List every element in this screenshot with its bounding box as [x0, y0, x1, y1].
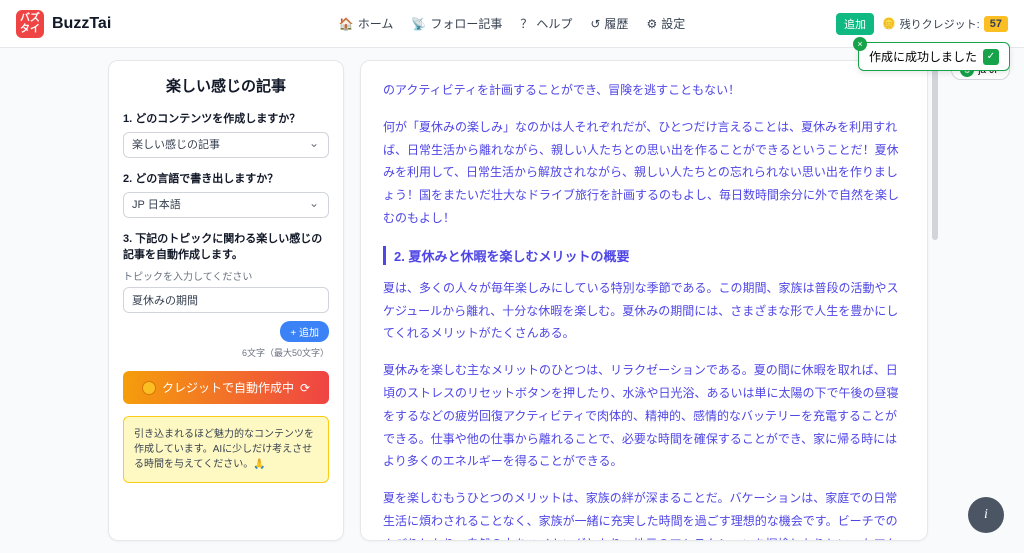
- logo[interactable]: バズ タイ BuzzTai: [16, 10, 111, 38]
- article-content: のアクティビティを計画することができ、冒険を逃すこともない！ 何が「夏休みの楽し…: [360, 60, 928, 541]
- sidebar-title: 楽しい感じの記事: [123, 75, 329, 96]
- header-add-button[interactable]: 追加: [836, 13, 874, 35]
- nav-help-label: ヘルプ: [536, 15, 572, 32]
- char-count: 6文字（最大50文字）: [123, 346, 329, 359]
- check-icon: ✓: [983, 49, 999, 65]
- paragraph: 夏休みを楽しむ主なメリットのひとつは、リラクゼーションである。夏の間に休暇を取れ…: [383, 359, 905, 473]
- nav-follow-label: フォロー記事: [430, 15, 502, 32]
- paragraph: 何が「夏休みの楽しみ」なのかは人それぞれだが、ひとつだけ言えることは、夏休みを利…: [383, 116, 905, 230]
- content-type-select[interactable]: 楽しい感じの記事: [123, 132, 329, 158]
- history-icon: ↺: [590, 17, 600, 31]
- q3-label: 3. 下記のトピックに関わる楽しい感じの記事を自動作成します。: [123, 230, 329, 262]
- scrollbar-thumb[interactable]: [932, 60, 938, 240]
- help-icon: ？: [520, 15, 532, 32]
- logo-badge: バズ タイ: [16, 10, 44, 38]
- language-select[interactable]: JP 日本語: [123, 192, 329, 218]
- sidebar: 楽しい感じの記事 1. どのコンテンツを作成しますか？ 楽しい感じの記事 2. …: [108, 60, 344, 541]
- q2-label: 2. どの言語で書き出しますか？: [123, 170, 329, 186]
- spinner-icon: ⟳: [300, 381, 310, 395]
- nav-help[interactable]: ？ヘルプ: [520, 15, 572, 32]
- generate-button[interactable]: クレジットで自動作成中 ⟳: [123, 371, 329, 404]
- credit-value: 57: [984, 16, 1008, 32]
- coin-icon: 🪙: [882, 17, 896, 30]
- section-heading: 2. 夏休みと休暇を楽しむメリットの概要: [383, 246, 905, 265]
- success-toast: × 作成に成功しました ✓: [858, 42, 1010, 71]
- info-fab[interactable]: i: [968, 497, 1004, 533]
- credit-display: 🪙 残りクレジット: 57: [882, 16, 1008, 32]
- info-box: 引き込まれるほど魅力的なコンテンツを作成しています。AIに少しだけ考えさせる時間…: [123, 416, 329, 483]
- toast-message: 作成に成功しました: [869, 48, 977, 65]
- nav-home[interactable]: 🏠 ホーム: [339, 15, 394, 32]
- logo-text: BuzzTai: [52, 15, 111, 33]
- close-icon[interactable]: ×: [853, 37, 867, 51]
- q1-label: 1. どのコンテンツを作成しますか？: [123, 110, 329, 126]
- nav-settings-label: 設定: [661, 15, 685, 32]
- nav-follow[interactable]: 📡 フォロー記事: [411, 15, 502, 32]
- generate-label: クレジットで自動作成中: [162, 379, 294, 396]
- paragraph: 夏は、多くの人々が毎年楽しみにしている特別な季節である。この期間、家族は普段の活…: [383, 277, 905, 345]
- paragraph: 夏を楽しむもうひとつのメリットは、家族の絆が深まることだ。バケーションは、家庭で…: [383, 487, 905, 541]
- credit-label: 残りクレジット:: [900, 16, 980, 32]
- nav-history[interactable]: ↺ 履歴: [590, 15, 628, 32]
- gear-icon: ⚙: [646, 17, 657, 31]
- topic-hint: トピックを入力してください: [123, 268, 329, 283]
- topic-input[interactable]: [123, 287, 329, 313]
- nav-home-label: ホーム: [358, 15, 394, 32]
- paragraph: のアクティビティを計画することができ、冒険を逃すこともない！: [383, 79, 905, 102]
- rss-icon: 📡: [411, 17, 426, 31]
- coin-icon: [142, 381, 156, 395]
- add-topic-button[interactable]: + 追加: [280, 321, 329, 342]
- nav-history-label: 履歴: [604, 15, 628, 32]
- home-icon: 🏠: [339, 17, 354, 31]
- nav-settings[interactable]: ⚙ 設定: [646, 15, 685, 32]
